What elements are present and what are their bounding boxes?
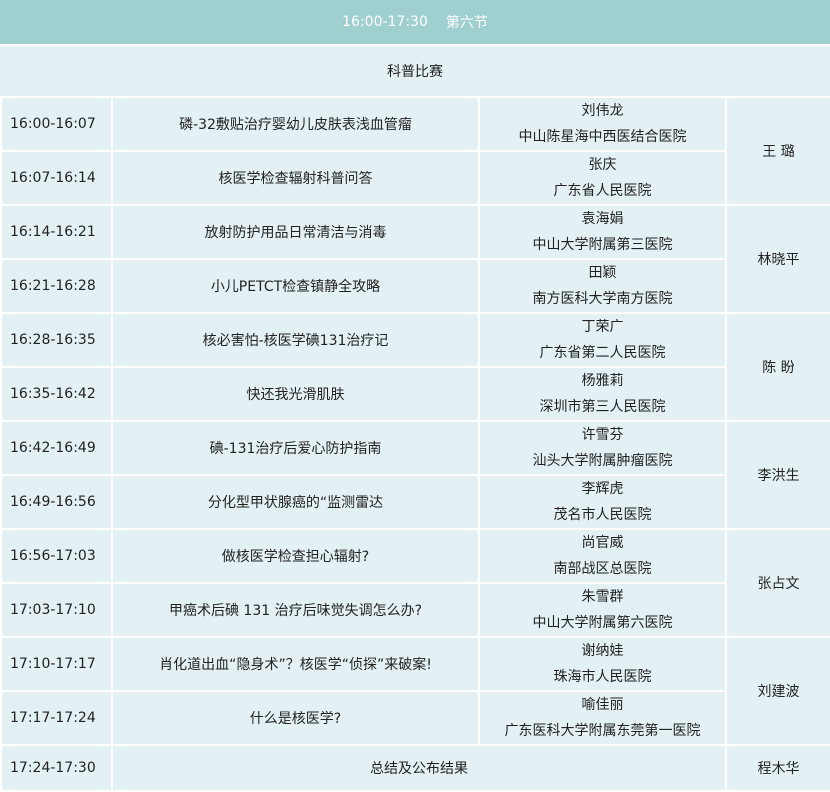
time-cell: 16:42-16:49 xyxy=(0,420,113,476)
table-row: 17:17-17:24 什么是核医学? 喻佳丽 广东医科大学附属东莞第一医院 xyxy=(0,690,830,746)
time-cell: 16:56-17:03 xyxy=(0,528,113,584)
time-cell: 16:00-16:07 xyxy=(0,96,113,152)
speaker-cell: 尚官威南部战区总医院 xyxy=(478,528,727,584)
topic-cell: 核必害怕-核医学碘131治疗记 xyxy=(111,312,480,368)
speaker-cell: 杨雅莉深圳市第三人民医院 xyxy=(478,366,727,422)
time-cell: 17:10-17:17 xyxy=(0,636,113,692)
speaker-name: 李辉虎 xyxy=(581,481,624,497)
speaker-cell: 刘伟龙中山陈星海中西医结合医院 xyxy=(478,96,727,152)
speaker-hospital: 广东省第二人民医院 xyxy=(539,345,666,361)
speaker-cell: 袁海娟中山大学附属第三医院 xyxy=(478,204,727,260)
time-cell: 17:24-17:30 xyxy=(0,744,113,792)
speaker-hospital: 珠海市人民医院 xyxy=(553,669,652,685)
speaker-hospital: 汕头大学附属肿瘤医院 xyxy=(532,453,673,469)
table-row: 16:00-16:07 磷-32敷贴治疗婴幼儿皮肤表浅血管瘤 刘伟龙 中山陈星海中西医… xyxy=(0,96,830,206)
table-row: 17:10-17:17 肖化道出血“隐身术”？核医学“侦探”来破案! 谢纳娃 珠海市人… xyxy=(0,636,830,746)
summary-cell: 总结及公布结果 xyxy=(111,744,727,792)
topic-cell: 甲癌术后碘 131 治疗后味觉失调怎么办? xyxy=(111,582,480,638)
topic-cell: 做核医学检查担心辐射? xyxy=(111,528,480,584)
topic-cell: 放射防护用品日常清洁与消毒 xyxy=(111,204,480,260)
topic-cell: 核医学检查辐射科普问答 xyxy=(111,150,480,206)
time-cell: 16:21-16:28 xyxy=(0,258,113,314)
speaker-hospital: 深圳市第三人民医院 xyxy=(539,399,666,415)
schedule-table: 16:00-16:07 磷-32敷贴治疗婴幼儿皮肤表浅血管瘤 刘伟龙 中山陈星海中西医… xyxy=(0,96,830,792)
time-cell: 16:07-16:14 xyxy=(0,150,113,206)
session-title: 第六节 xyxy=(445,15,488,31)
section-title: 科普比赛 xyxy=(0,44,830,96)
speaker-hospital: 中山大学附属第三医院 xyxy=(532,237,673,253)
speaker-cell: 喻佳丽广东医科大学附属东莞第一医院 xyxy=(478,690,727,746)
speaker-cell: 李辉虎茂名市人民医院 xyxy=(478,474,727,530)
speaker-name: 尚官威 xyxy=(581,535,624,551)
time-cell: 16:28-16:35 xyxy=(0,312,113,368)
topic-cell: 小儿PETCT检查镇静全攻略 xyxy=(111,258,480,314)
host-cell: 林晓平 xyxy=(725,204,830,314)
topic-cell: 快还我光滑肌肤 xyxy=(111,366,480,422)
table-row: 16:49-16:56 分化型甲状腺癌的“监测雷达 李辉虎 茂名市人民医院 xyxy=(0,474,830,530)
table-row: 16:14-16:21 放射防护用品日常清洁与消毒 袁海娟 中山大学附属第三医院 林晓平 xyxy=(0,204,830,314)
host-cell: 张占文 xyxy=(725,528,830,638)
speaker-name: 张庆 xyxy=(588,157,617,173)
speaker-name: 刘伟龙 xyxy=(581,103,624,119)
time-cell: 16:14-16:21 xyxy=(0,204,113,260)
speaker-cell: 丁荣广广东省第二人民医院 xyxy=(478,312,727,368)
speaker-name: 朱雪群 xyxy=(581,589,624,605)
session-header: 16:00-17:30 第六节 xyxy=(0,0,830,44)
topic-cell: 什么是核医学? xyxy=(111,690,480,746)
speaker-name: 袁海娟 xyxy=(581,211,624,227)
speaker-hospital: 广东省人民医院 xyxy=(553,183,652,199)
topic-cell: 肖化道出血“隐身术”？核医学“侦探”来破案! xyxy=(111,636,480,692)
table-row: 16:42-16:49 碘-131治疗后爱心防护指南 许雪芬 汕头大学附属肿瘤医院 李洪… xyxy=(0,420,830,530)
table-row: 16:56-17:03 做核医学检查担心辐射? 尚官威 南部战区总医院 张占文 xyxy=(0,528,830,638)
topic-cell: 碘-131治疗后爱心防护指南 xyxy=(111,420,480,476)
host-cell: 李洪生 xyxy=(725,420,830,530)
speaker-cell: 许雪芬汕头大学附属肿瘤医院 xyxy=(478,420,727,476)
speaker-hospital: 茂名市人民医院 xyxy=(553,507,652,523)
host-cell: 刘建波 xyxy=(725,636,830,746)
speaker-cell: 谢纳娃珠海市人民医院 xyxy=(478,636,727,692)
time-cell: 16:35-16:42 xyxy=(0,366,113,422)
table-row: 16:35-16:42 快还我光滑肌肤 杨雅莉 深圳市第三人民医院 xyxy=(0,366,830,422)
speaker-name: 杨雅莉 xyxy=(581,373,624,389)
session-time: 16:00-17:30 xyxy=(342,14,428,30)
speaker-name: 丁荣广 xyxy=(581,319,624,335)
table-row-final: 17:24-17:30 总结及公布结果 程木华 xyxy=(0,744,830,792)
speaker-hospital: 南方医科大学南方医院 xyxy=(532,291,673,307)
time-cell: 17:17-17:24 xyxy=(0,690,113,746)
speaker-cell: 朱雪群中山大学附属第六医院 xyxy=(478,582,727,638)
time-cell: 17:03-17:10 xyxy=(0,582,113,638)
host-cell: 程木华 xyxy=(725,744,830,792)
speaker-cell: 张庆 广东省人民医院 xyxy=(478,150,727,206)
speaker-name: 喻佳丽 xyxy=(581,697,624,713)
topic-cell: 分化型甲状腺癌的“监测雷达 xyxy=(111,474,480,530)
speaker-hospital: 中山陈星海中西医结合医院 xyxy=(518,129,687,145)
speaker-cell: 田颖南方医科大学南方医院 xyxy=(478,258,727,314)
host-cell: 陈 盼 xyxy=(725,312,830,422)
topic-cell: 磷-32敷贴治疗婴幼儿皮肤表浅血管瘤 xyxy=(111,96,480,152)
speaker-hospital: 中山大学附属第六医院 xyxy=(532,615,673,631)
speaker-name: 谢纳娃 xyxy=(581,643,624,659)
table-row: 17:03-17:10 甲癌术后碘 131 治疗后味觉失调怎么办? 朱雪群 中山大学附… xyxy=(0,582,830,638)
table-row: 16:28-16:35 核必害怕-核医学碘131治疗记 丁荣广 广东省第二人民医院陈 … xyxy=(0,312,830,422)
time-cell: 16:49-16:56 xyxy=(0,474,113,530)
speaker-hospital: 广东医科大学附属东莞第一医院 xyxy=(504,723,701,739)
table-row: 16:21-16:28 小儿PETCT检查镇静全攻略 田颖 南方医科大学南方医院 xyxy=(0,258,830,314)
speaker-name: 许雪芬 xyxy=(581,427,624,443)
speaker-name: 田颖 xyxy=(588,265,617,281)
host-cell: 王 璐 xyxy=(725,96,830,206)
table-row: 16:07-16:14 核医学检查辐射科普问答 张庆 广东省人民医院 xyxy=(0,150,830,206)
speaker-hospital: 南部战区总医院 xyxy=(553,561,652,577)
